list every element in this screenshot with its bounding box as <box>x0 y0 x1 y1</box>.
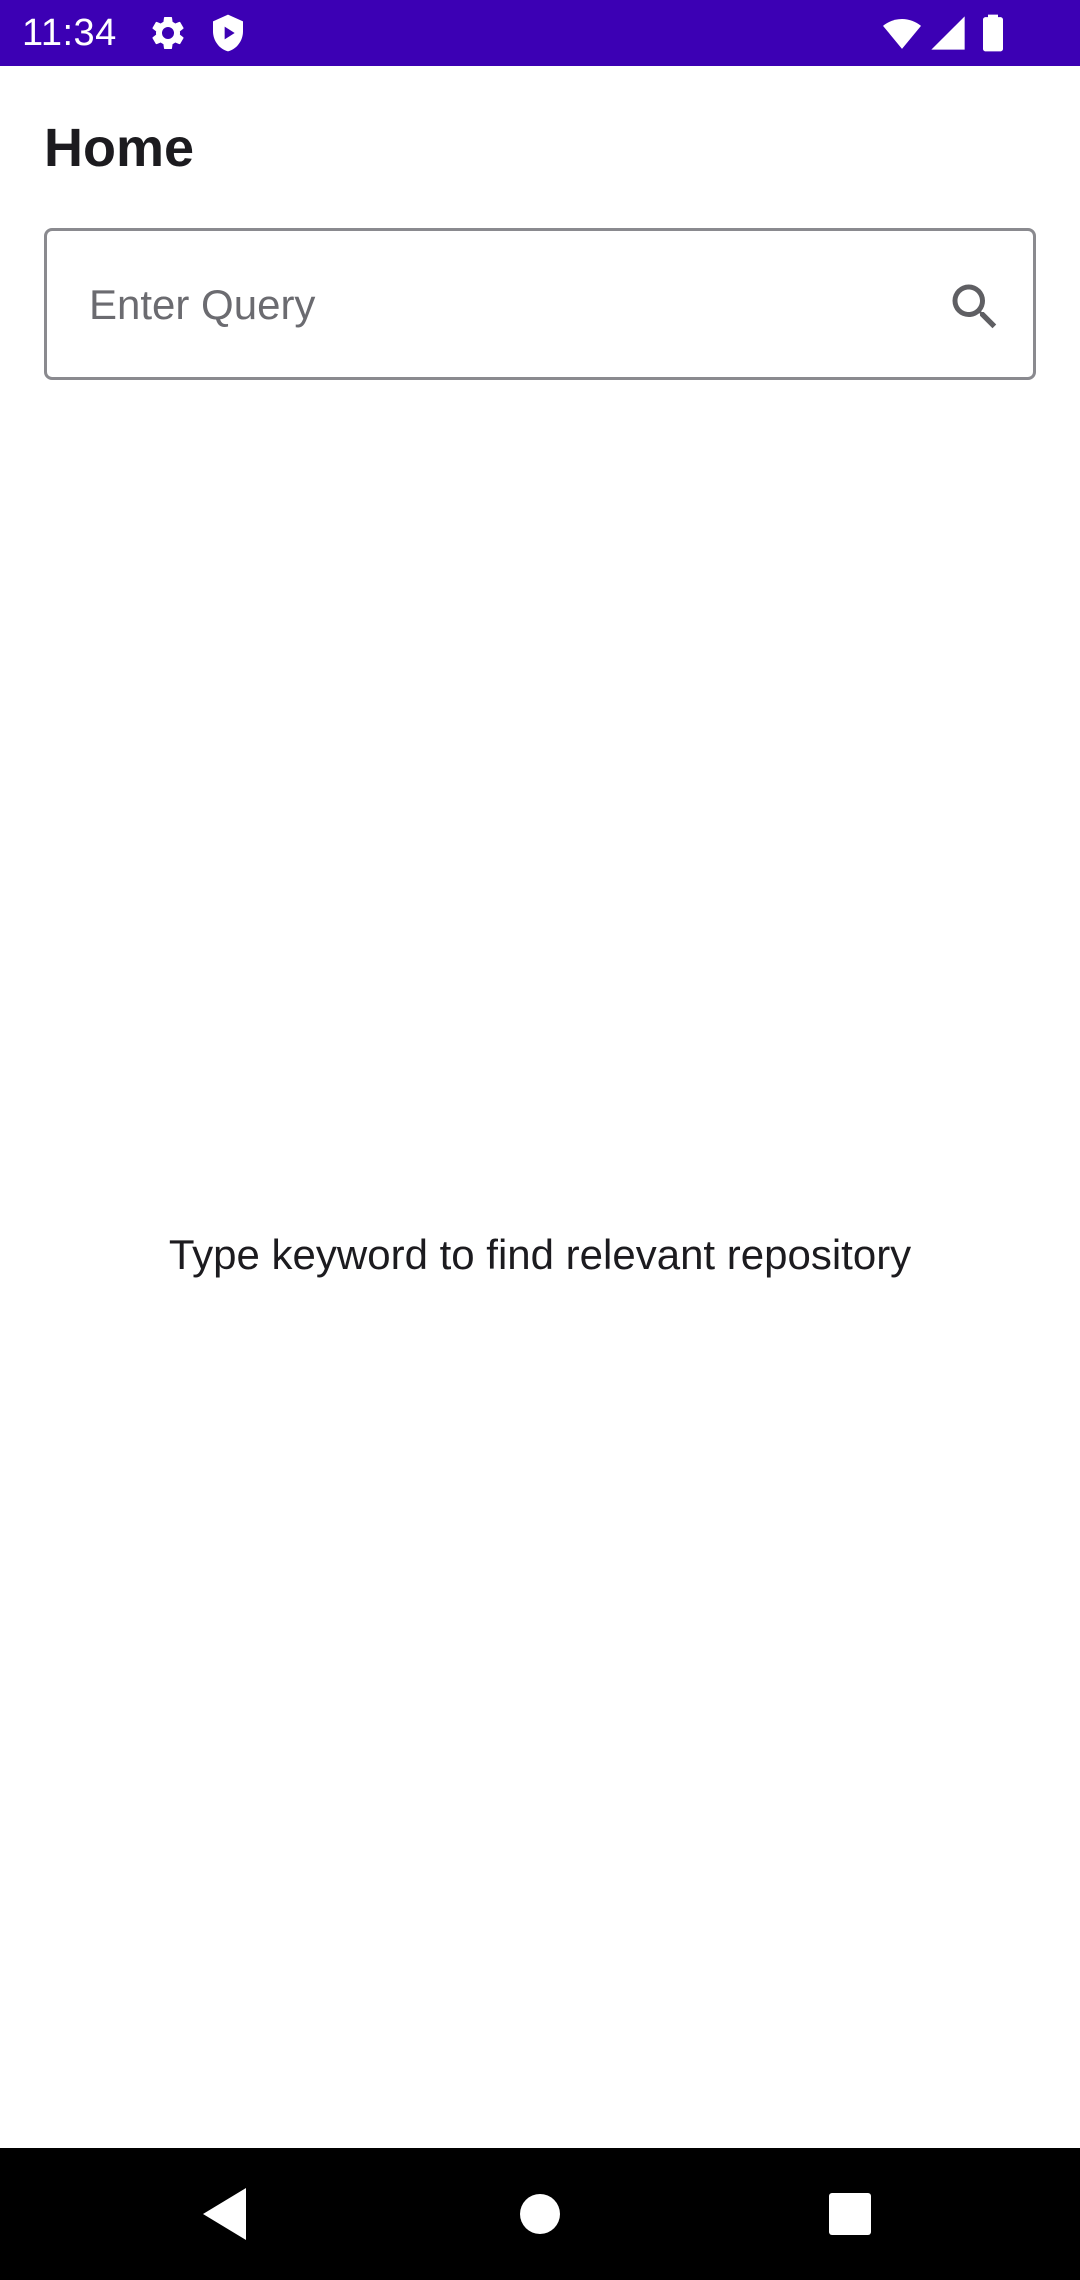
gear-icon <box>148 13 188 53</box>
page-title: Home <box>44 118 195 178</box>
home-icon[interactable] <box>500 2174 580 2254</box>
navigation-bar <box>0 2148 1080 2280</box>
search-box[interactable] <box>44 228 1036 380</box>
search-input[interactable] <box>89 267 909 343</box>
status-time: 11:34 <box>22 12 117 54</box>
empty-state-message: Type keyword to find relevant repository <box>168 1231 912 1278</box>
recents-icon[interactable] <box>810 2174 890 2254</box>
signal-icon <box>928 13 968 53</box>
search-icon[interactable] <box>945 277 1005 337</box>
back-icon[interactable] <box>186 2174 266 2254</box>
shield-icon <box>208 13 248 53</box>
status-bar: 11:34 <box>0 0 1080 66</box>
wifi-icon <box>880 13 924 53</box>
battery-icon <box>976 13 1010 53</box>
